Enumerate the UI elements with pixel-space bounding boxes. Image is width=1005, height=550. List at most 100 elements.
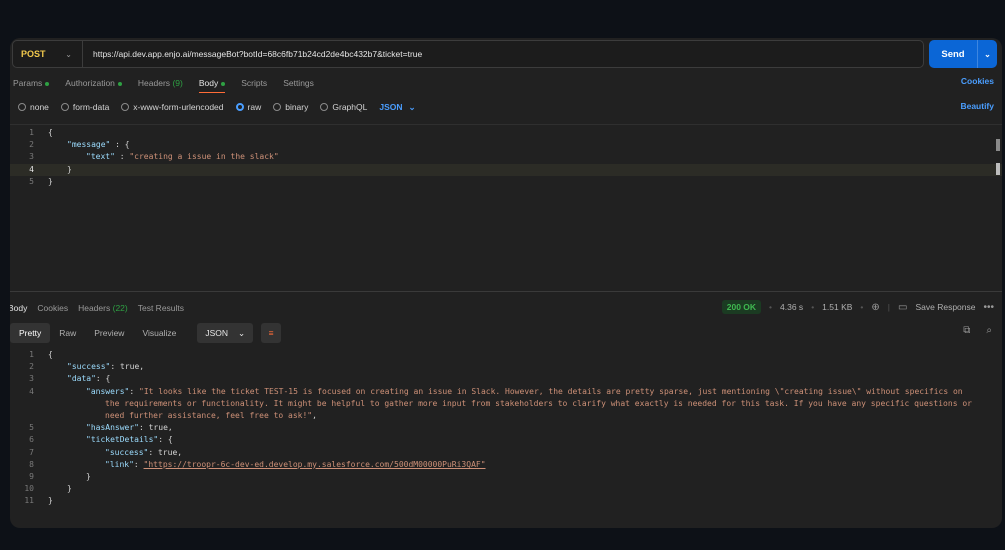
code-text: "success": true, bbox=[34, 447, 182, 459]
json-punct: : { bbox=[158, 435, 173, 445]
code-line: 3 "text" : "creating a issue in the slack… bbox=[10, 151, 1002, 163]
chevron-down-icon: ⌄ bbox=[238, 327, 246, 338]
json-key: "data" bbox=[67, 374, 96, 384]
line-number bbox=[10, 410, 34, 422]
code-line: 6 "ticketDetails": { bbox=[10, 434, 1002, 446]
json-punct: } bbox=[86, 471, 91, 481]
tab-test-results[interactable]: Test Results bbox=[138, 303, 184, 313]
tab-response-body[interactable]: Body bbox=[10, 303, 27, 313]
json-link[interactable]: "https://troopr-6c-dev-ed.develop.my.sal… bbox=[144, 460, 486, 469]
json-key: "message" bbox=[67, 140, 111, 150]
search-icon[interactable]: ⌕ bbox=[986, 325, 992, 336]
radio-raw[interactable]: raw bbox=[235, 102, 261, 112]
code-line: the requirements or functionality. It mi… bbox=[10, 398, 1002, 410]
code-line: 9} bbox=[10, 471, 1002, 483]
view-visualize[interactable]: Visualize bbox=[133, 323, 185, 343]
view-preview[interactable]: Preview bbox=[85, 323, 133, 343]
code-text: { bbox=[34, 127, 53, 139]
code-text: "success": true, bbox=[34, 361, 144, 373]
view-pretty[interactable]: Pretty bbox=[10, 323, 51, 343]
response-size[interactable]: 1.51 KB bbox=[822, 302, 852, 312]
tab-response-cookies[interactable]: Cookies bbox=[37, 303, 68, 313]
method-label: POST bbox=[21, 49, 46, 59]
send-label: Send bbox=[941, 48, 965, 60]
status-badge[interactable]: 200 OK bbox=[721, 300, 762, 314]
line-number: 2 bbox=[29, 140, 34, 150]
line-number: 7 bbox=[29, 447, 34, 457]
tab-settings[interactable]: Settings bbox=[283, 78, 314, 88]
beautify-button[interactable]: Beautify bbox=[960, 101, 994, 111]
tab-body[interactable]: Body bbox=[198, 78, 226, 93]
code-text: "ticketDetails": { bbox=[34, 434, 173, 446]
copy-icon[interactable]: ⧉ bbox=[963, 325, 970, 336]
active-dot-icon bbox=[45, 81, 50, 86]
json-key: "text" bbox=[86, 152, 115, 162]
postman-window: POST ⌄ https://api.dev.app.enjo.ai/messa… bbox=[10, 38, 1002, 528]
response-time[interactable]: 4.36 s bbox=[780, 302, 803, 312]
code-text: } bbox=[34, 164, 72, 176]
response-view-selector: Pretty Raw Preview Visualize JSON ⌄ ≡ bbox=[10, 323, 282, 343]
response-format-dropdown[interactable]: JSON ⌄ bbox=[197, 323, 254, 343]
json-punct: : bbox=[114, 152, 130, 162]
tab-headers[interactable]: Headers (9) bbox=[138, 78, 183, 88]
json-string: need further assistance, feel free to as… bbox=[105, 410, 313, 420]
radio-binary[interactable]: binary bbox=[273, 102, 308, 112]
code-line: 11} bbox=[10, 495, 1002, 507]
response-actions: ⧉ ⌕ bbox=[963, 325, 992, 336]
tab-authorization[interactable]: Authorization bbox=[65, 78, 122, 88]
line-number: 1 bbox=[29, 128, 34, 137]
json-key: "answers" bbox=[86, 386, 130, 396]
line-number: 3 bbox=[29, 374, 34, 384]
json-key: "link" bbox=[105, 459, 134, 469]
cookies-link[interactable]: Cookies bbox=[961, 76, 994, 86]
response-body-viewer[interactable]: 1{2 "success": true, 3 "data": {4 "answers":… bbox=[10, 349, 1002, 507]
more-icon[interactable]: ••• bbox=[983, 302, 994, 313]
line-number: 4 bbox=[29, 164, 34, 174]
code-text: } bbox=[34, 495, 53, 507]
tab-params[interactable]: Params bbox=[13, 78, 50, 88]
code-line: need further assistance, feel free to as… bbox=[10, 410, 1002, 422]
code-text: } bbox=[34, 471, 91, 483]
send-button[interactable]: Send ⌄ bbox=[929, 40, 997, 68]
method-dropdown[interactable]: POST ⌄ bbox=[13, 41, 83, 67]
scrollbar-thumb[interactable] bbox=[996, 139, 1000, 151]
code-line: 5 "hasAnswer": true, bbox=[10, 422, 1002, 434]
format-dropdown[interactable]: JSON ⌄ bbox=[379, 102, 415, 113]
code-text: "hasAnswer": true, bbox=[34, 422, 173, 434]
radio-urlencoded[interactable]: x-www-form-urlencoded bbox=[121, 102, 224, 112]
json-punct: : bbox=[133, 459, 144, 469]
view-raw[interactable]: Raw bbox=[50, 323, 85, 343]
chevron-down-icon: ⌄ bbox=[408, 101, 416, 112]
json-key: "ticketDetails" bbox=[86, 435, 159, 445]
globe-icon[interactable]: ⊕ bbox=[871, 302, 879, 313]
line-number: 10 bbox=[24, 484, 34, 494]
request-body-editor[interactable]: 1 {2 "message" : {3 "text" : "creating a is… bbox=[10, 127, 1002, 188]
json-key: "hasAnswer" bbox=[86, 423, 139, 433]
line-number: 4 bbox=[29, 386, 34, 396]
json-punct: : { bbox=[110, 140, 130, 150]
json-key: "success" bbox=[105, 447, 149, 457]
pane-divider[interactable] bbox=[10, 291, 1002, 292]
active-dot-icon bbox=[117, 81, 122, 86]
line-number: 6 bbox=[29, 435, 34, 445]
code-line: 2 "success": true, bbox=[10, 361, 1002, 373]
radio-graphql[interactable]: GraphQL bbox=[320, 102, 367, 112]
code-line: 8 "link": "https://troopr-6c-dev-ed.devel… bbox=[10, 459, 1002, 471]
tab-scripts[interactable]: Scripts bbox=[241, 78, 267, 88]
save-response-button[interactable]: Save Response bbox=[915, 302, 975, 312]
wrap-lines-icon[interactable]: ≡ bbox=[261, 323, 282, 343]
radio-none[interactable]: none bbox=[18, 102, 49, 112]
radio-form-data[interactable]: form-data bbox=[60, 102, 109, 112]
line-number: 8 bbox=[29, 459, 34, 469]
save-icon[interactable]: ▭ bbox=[898, 302, 907, 313]
chevron-down-icon[interactable]: ⌄ bbox=[977, 40, 997, 68]
tab-response-headers[interactable]: Headers (22) bbox=[78, 303, 128, 313]
code-text: "link": "https://troopr-6c-dev-ed.develo… bbox=[34, 459, 486, 471]
url-input[interactable]: https://api.dev.app.enjo.ai/messageBot?b… bbox=[83, 49, 422, 59]
json-punct: } bbox=[48, 176, 53, 186]
code-text: } bbox=[34, 176, 53, 188]
code-line: 7 "success": true, bbox=[10, 447, 1002, 459]
json-punct: { bbox=[48, 128, 53, 137]
json-key: "success" bbox=[67, 362, 111, 372]
line-number: 1 bbox=[29, 350, 34, 359]
